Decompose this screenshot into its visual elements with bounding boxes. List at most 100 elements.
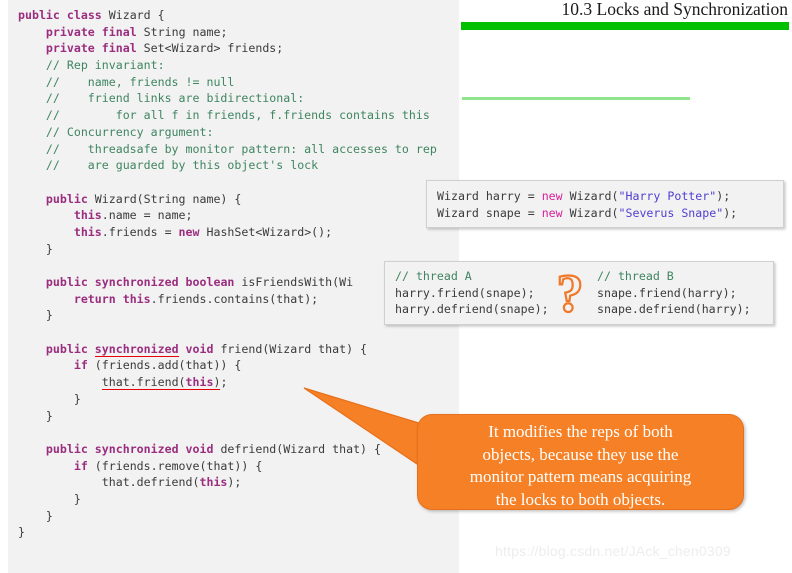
code-token: // name, friends != null xyxy=(18,74,235,89)
code-token: } xyxy=(18,308,53,323)
code-token: public xyxy=(45,191,88,206)
code-line: this.name = name; xyxy=(18,207,437,224)
code-token: this xyxy=(199,475,228,490)
code-line: harry.friend(snape); xyxy=(395,284,549,301)
code-token: snape.friend(harry); xyxy=(597,285,737,300)
code-token: "Severus Snape" xyxy=(618,205,724,220)
code-line: this.friends = new HashSet<Wizard>(); xyxy=(18,224,437,241)
thread-a-code: // thread A harry.friend(snape); harry.def… xyxy=(395,267,549,317)
code-line: public Wizard(String name) { xyxy=(18,191,437,208)
code-token: this xyxy=(185,375,214,391)
callout-explanation-box: It modifies the reps of both objects, be… xyxy=(417,414,744,510)
code-line: public synchronized void friend(Wizard t… xyxy=(18,341,437,358)
code-token: isFriendsWith(Wi xyxy=(234,275,354,289)
question-mark-icon: ? xyxy=(555,263,584,323)
code-line: // Rep invariant: xyxy=(18,57,437,74)
code-token: String name; xyxy=(136,24,228,39)
code-line: // threadsafe by monitor pattern: all ac… xyxy=(18,141,437,158)
code-token: } xyxy=(18,491,81,506)
code-token: ); xyxy=(227,475,242,490)
code-line: // Concurrency argument: xyxy=(18,124,437,141)
code-token: private xyxy=(45,41,95,56)
code-line: } xyxy=(18,307,437,324)
code-token: this xyxy=(122,291,151,306)
code-line: public class Wizard { xyxy=(18,7,437,24)
code-token: Wizard { xyxy=(101,8,165,22)
code-token: public xyxy=(45,275,88,289)
code-token: new xyxy=(541,189,563,203)
page-title: 10.3 Locks and Synchronization xyxy=(561,0,788,19)
code-line: if (friends.add(that)) { xyxy=(18,357,437,374)
code-token: synchronized xyxy=(94,275,179,289)
code-token: Set<Wizard> friends; xyxy=(136,41,284,56)
code-token: "Harry Potter" xyxy=(618,189,717,203)
code-token: class xyxy=(66,8,102,22)
code-token: .friends = xyxy=(101,224,179,239)
code-line: public synchronized boolean isFriendsWit… xyxy=(18,274,437,291)
code-line: private final Set<Wizard> friends; xyxy=(18,40,437,57)
callout-line: It modifies the reps of both xyxy=(488,422,673,441)
code-line: harry.defriend(snape); xyxy=(395,300,549,317)
code-token: if xyxy=(73,458,88,473)
code-token: synchronized xyxy=(94,441,179,456)
code-token: harry.friend(snape); xyxy=(395,285,535,300)
code-token: .friends.contains(that); xyxy=(150,291,319,306)
code-token: public xyxy=(45,341,88,356)
code-line: // for all f in friends, f.friends conta… xyxy=(18,107,437,124)
code-token: // for all f in friends, f.friends conta… xyxy=(18,108,430,123)
code-token: } xyxy=(18,391,81,406)
callout-line: the locks to both objects. xyxy=(495,489,666,509)
code-token: } xyxy=(18,525,25,540)
code-token: Wizard harry = xyxy=(437,189,542,203)
code-token: public xyxy=(45,441,88,456)
code-line: // are guarded by this object's lock xyxy=(18,157,437,174)
slide-canvas: public class Wizard { private final Stri… xyxy=(0,0,792,573)
code-token: public xyxy=(18,8,60,22)
code-token: Wizard( xyxy=(562,205,619,220)
code-token: final xyxy=(101,24,137,39)
code-token: private xyxy=(45,24,95,39)
code-token: final xyxy=(101,41,137,56)
code-token: ); xyxy=(716,189,731,203)
code-line: snape.friend(harry); xyxy=(597,284,751,301)
code-token: snape.defriend(harry); xyxy=(597,302,751,317)
code-token: // Concurrency argument: xyxy=(18,124,214,139)
code-token: if xyxy=(73,358,88,373)
code-line: } xyxy=(18,508,437,525)
code-token: void xyxy=(185,441,214,456)
code-token: Wizard( xyxy=(562,189,619,203)
code-token: friend(Wizard that) { xyxy=(213,341,368,356)
code-token: this xyxy=(73,208,102,223)
code-token: Wizard snape = xyxy=(437,205,542,220)
code-token: (friends.add(that)) { xyxy=(87,358,242,373)
code-token: that.defriend( xyxy=(18,475,200,490)
code-token: // thread B xyxy=(597,269,674,283)
code-token: new xyxy=(541,205,563,220)
code-line: // thread A xyxy=(395,267,549,284)
code-line: Wizard harry = new Wizard("Harry Potter"… xyxy=(437,187,783,204)
code-line: } xyxy=(18,241,437,258)
code-token: new xyxy=(178,224,200,239)
code-line: private final String name; xyxy=(18,24,437,41)
code-token: // are guarded by this object's lock xyxy=(18,158,319,173)
code-token: this xyxy=(73,224,102,239)
